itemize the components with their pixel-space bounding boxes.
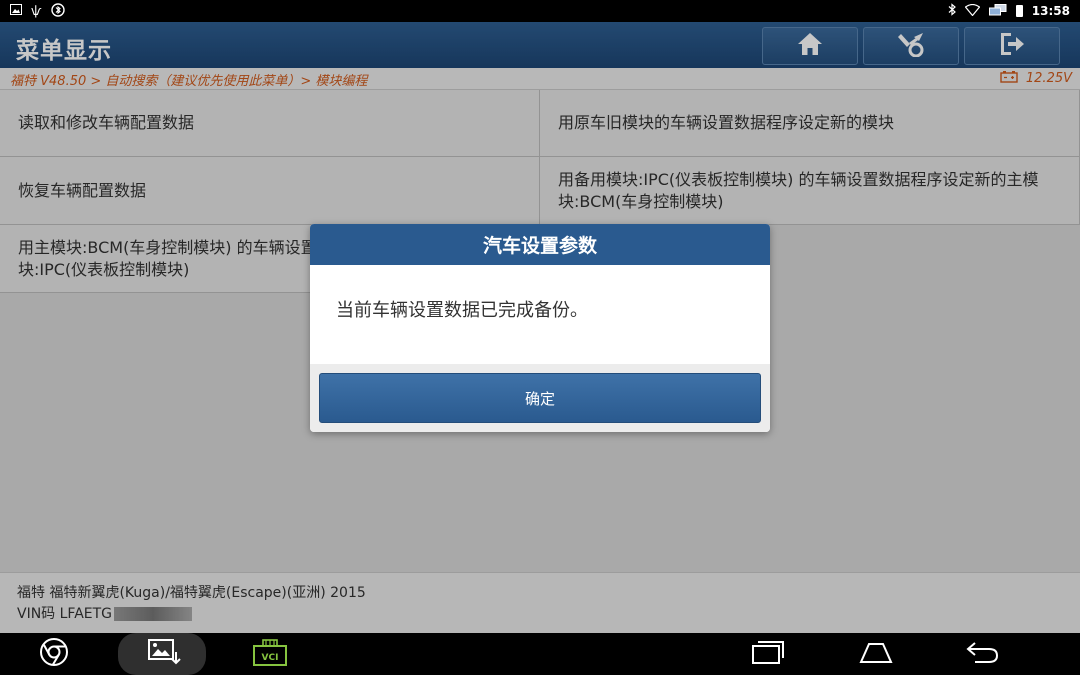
navigation-bar: VCI xyxy=(0,633,1080,675)
dialog-actions: 确定 xyxy=(310,364,770,432)
back-button[interactable] xyxy=(958,633,1006,675)
status-bar: ѱ 13:58 xyxy=(0,0,1080,22)
dialog-title: 汽车设置参数 xyxy=(310,224,770,265)
screenshot-icon xyxy=(143,638,181,670)
back-icon xyxy=(965,640,999,668)
vci-label: VCI xyxy=(262,653,279,663)
screen: ѱ 13:58 菜单显示 福特 V48.50 > 自动搜索（建议优先使用此菜单）… xyxy=(0,0,1080,675)
recent-apps-button[interactable] xyxy=(744,633,792,675)
image-icon xyxy=(10,4,22,18)
ok-button[interactable]: 确定 xyxy=(319,373,761,423)
bluetooth-icon xyxy=(948,3,956,19)
browser-button[interactable] xyxy=(30,633,78,675)
network-icon xyxy=(988,3,1007,19)
bluetooth-settings-icon xyxy=(50,2,65,20)
dialog-message: 当前车辆设置数据已完成备份。 xyxy=(336,300,588,321)
clock: 13:58 xyxy=(1031,4,1070,18)
confirm-dialog: 汽车设置参数 当前车辆设置数据已完成备份。 确定 xyxy=(310,224,770,432)
usb-icon: ѱ xyxy=(31,4,42,18)
recent-apps-icon xyxy=(751,639,785,669)
browser-icon xyxy=(39,637,69,671)
nav-home-button[interactable] xyxy=(852,633,900,675)
screenshot-button[interactable] xyxy=(118,633,206,675)
wifi-icon xyxy=(964,3,981,19)
home-icon xyxy=(858,640,894,668)
vci-icon: VCI xyxy=(251,637,289,671)
vci-button[interactable]: VCI xyxy=(248,633,292,675)
battery-icon xyxy=(1015,5,1023,17)
